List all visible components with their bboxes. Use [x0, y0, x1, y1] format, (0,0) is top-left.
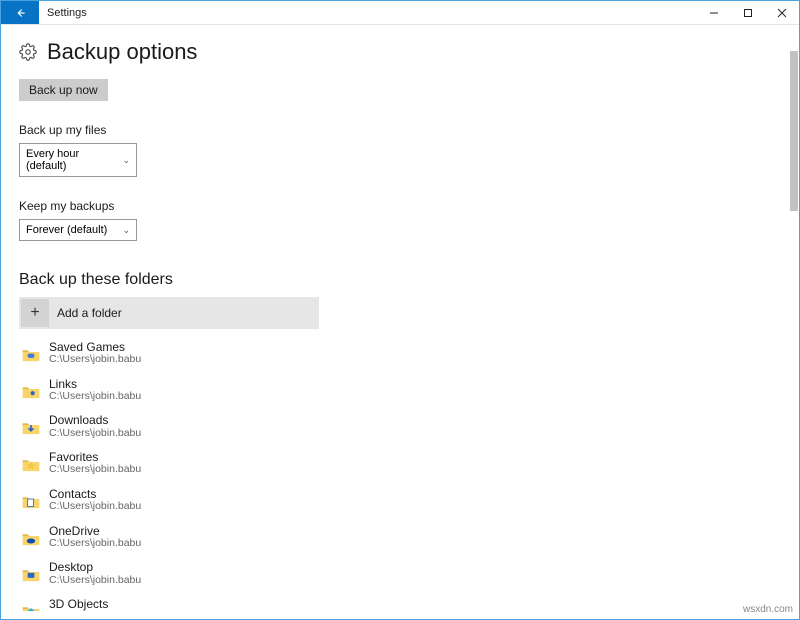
- folder-icon: [21, 346, 39, 361]
- folder-name: 3D Objects: [49, 598, 141, 611]
- backup-frequency-select[interactable]: Every hour (default) ⌄: [19, 143, 137, 177]
- chevron-down-icon: ⌄: [122, 225, 130, 236]
- folder-icon: [21, 566, 39, 581]
- folder-item[interactable]: Links C:\Users\jobin.babu: [19, 372, 781, 409]
- back-button[interactable]: [1, 1, 39, 24]
- keep-backups-label: Keep my backups: [19, 199, 781, 213]
- folder-icon: [21, 530, 39, 545]
- folder-name: Downloads: [49, 414, 141, 427]
- folder-icon: [21, 603, 39, 611]
- folder-name: Links: [49, 378, 141, 391]
- folder-texts: Favorites C:\Users\jobin.babu: [49, 451, 141, 476]
- keep-backups-select[interactable]: Forever (default) ⌄: [19, 219, 137, 241]
- folder-path: C:\Users\jobin.babu: [49, 501, 141, 513]
- scrollbar[interactable]: [790, 51, 798, 211]
- page-header: Backup options: [19, 39, 781, 65]
- close-icon: [777, 8, 787, 18]
- folder-texts: Desktop C:\Users\jobin.babu: [49, 561, 141, 586]
- gear-icon: [19, 43, 37, 61]
- folder-icon: [21, 419, 39, 434]
- close-button[interactable]: [765, 1, 799, 25]
- folder-item[interactable]: Desktop C:\Users\jobin.babu: [19, 555, 781, 592]
- minimize-button[interactable]: [697, 1, 731, 25]
- folder-item[interactable]: Downloads C:\Users\jobin.babu: [19, 408, 781, 445]
- folder-item[interactable]: OneDrive C:\Users\jobin.babu: [19, 519, 781, 556]
- folder-texts: Downloads C:\Users\jobin.babu: [49, 414, 141, 439]
- folder-icon: [21, 456, 39, 471]
- folders-section-title: Back up these folders: [19, 271, 781, 289]
- folder-item[interactable]: Favorites C:\Users\jobin.babu: [19, 445, 781, 482]
- content-area: Backup options Back up now Back up my fi…: [1, 25, 799, 611]
- folder-path: C:\Users\jobin.babu: [49, 354, 141, 366]
- window-title: Settings: [39, 1, 697, 24]
- folder-icon: [21, 493, 39, 508]
- folder-path: C:\Users\jobin.babu: [49, 575, 141, 587]
- page-title: Backup options: [47, 39, 197, 65]
- folder-texts: Saved Games C:\Users\jobin.babu: [49, 341, 141, 366]
- chevron-down-icon: ⌄: [122, 155, 130, 166]
- folder-path: C:\Users\jobin.babu: [49, 391, 141, 403]
- plus-icon: +: [21, 299, 49, 327]
- folder-texts: 3D Objects C:\Users\jobin.babu: [49, 598, 141, 611]
- folder-path: C:\Users\jobin.babu: [49, 538, 141, 550]
- folder-texts: Contacts C:\Users\jobin.babu: [49, 488, 141, 513]
- minimize-icon: [709, 8, 719, 18]
- folder-icon: [21, 383, 39, 398]
- keep-backups-value: Forever (default): [26, 224, 107, 236]
- folder-name: Desktop: [49, 561, 141, 574]
- folder-item[interactable]: Saved Games C:\Users\jobin.babu: [19, 335, 781, 372]
- maximize-icon: [743, 8, 753, 18]
- folder-list: Saved Games C:\Users\jobin.babu Links C:…: [19, 335, 781, 611]
- add-folder-label: Add a folder: [57, 306, 122, 320]
- titlebar: Settings: [1, 1, 799, 25]
- backup-now-button[interactable]: Back up now: [19, 79, 108, 101]
- folder-texts: Links C:\Users\jobin.babu: [49, 378, 141, 403]
- arrow-left-icon: [13, 6, 27, 20]
- folder-name: OneDrive: [49, 525, 141, 538]
- maximize-button[interactable]: [731, 1, 765, 25]
- watermark: wsxdn.com: [743, 604, 793, 615]
- folder-texts: OneDrive C:\Users\jobin.babu: [49, 525, 141, 550]
- backup-frequency-label: Back up my files: [19, 123, 781, 137]
- folder-path: C:\Users\jobin.babu: [49, 464, 141, 476]
- folder-path: C:\Users\jobin.babu: [49, 428, 141, 440]
- folder-item[interactable]: 3D Objects C:\Users\jobin.babu: [19, 592, 781, 611]
- folder-item[interactable]: Contacts C:\Users\jobin.babu: [19, 482, 781, 519]
- window-controls: [697, 1, 799, 24]
- add-folder-button[interactable]: + Add a folder: [19, 297, 319, 329]
- backup-frequency-value: Every hour (default): [26, 148, 122, 172]
